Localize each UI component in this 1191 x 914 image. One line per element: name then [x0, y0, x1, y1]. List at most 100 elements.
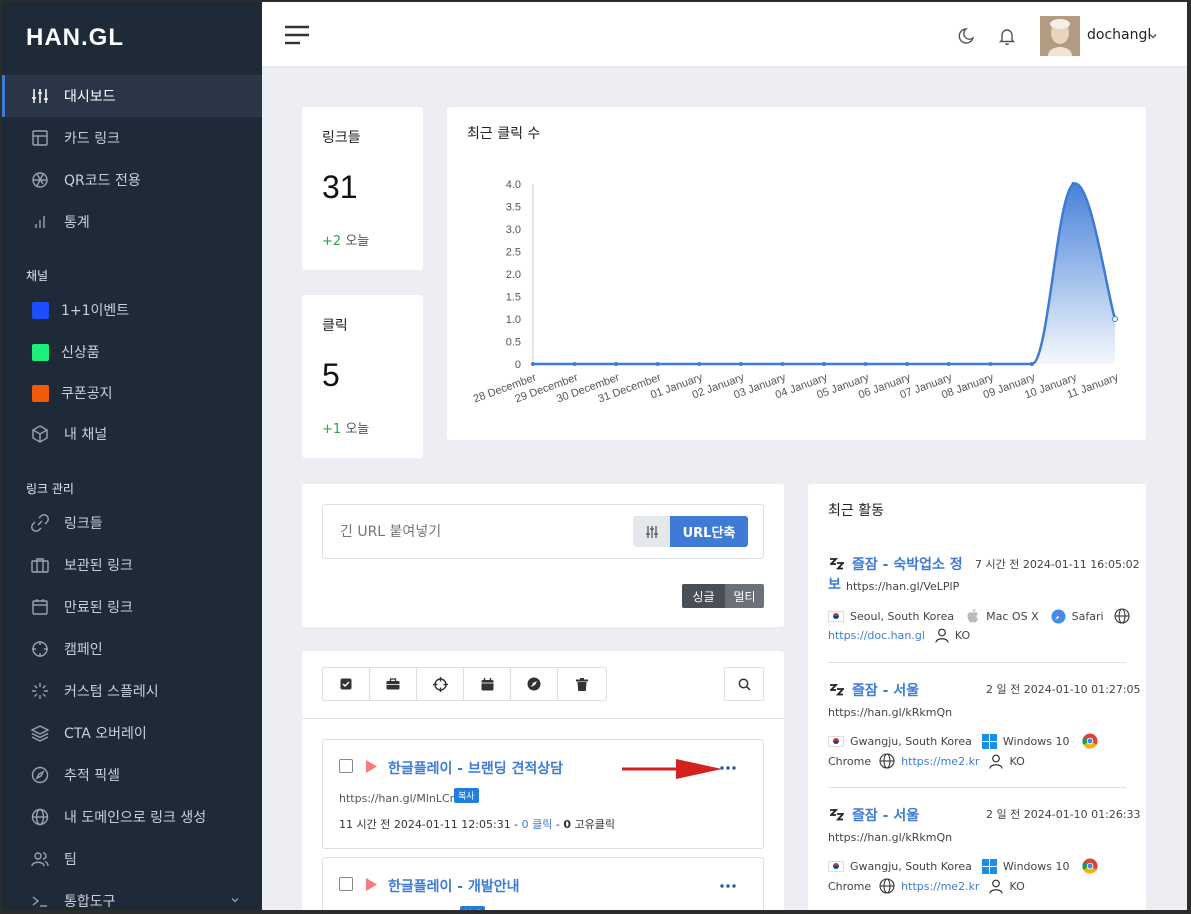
- chevron-down-icon[interactable]: [1148, 31, 1158, 41]
- sidebar-item-domain[interactable]: 내 도메인으로 링크 생성: [2, 796, 262, 838]
- terminal-icon: [32, 896, 47, 907]
- red-arrow-annotation: [622, 759, 722, 779]
- activity-os: Windows 10: [1002, 859, 1070, 873]
- activity-referrer[interactable]: https://me2.kr: [901, 755, 979, 768]
- list-item: 한글플레이 - 브랜딩 견적상담 https://han.gl/MlnLCr 복…: [322, 739, 764, 849]
- safari-icon: [1051, 609, 1066, 623]
- sidebar-item-archived[interactable]: 보관된 링크: [2, 544, 262, 586]
- data-point: [863, 362, 868, 366]
- logo[interactable]: HAN.GL: [26, 24, 124, 52]
- sidebar-item-card-link[interactable]: 카드 링크: [2, 117, 262, 159]
- trash-icon: [576, 677, 588, 691]
- archive-button[interactable]: [370, 668, 417, 700]
- app-window: HAN.GL 대시보드 카드 링크 QR코드 전용 통계 채널 1+1이벤트 신…: [2, 2, 1187, 910]
- sidebar-item-team[interactable]: 팀: [2, 838, 262, 880]
- layers-icon: [30, 725, 50, 742]
- chevron-down-icon: [231, 898, 239, 903]
- kr-flag-icon: [828, 610, 844, 622]
- activity-short-url[interactable]: https://han.gl/kRkmQn: [828, 706, 952, 719]
- options-button[interactable]: [633, 516, 670, 547]
- short-url[interactable]: https://han.gl/MlnLCr: [339, 792, 454, 805]
- data-point: [531, 362, 535, 366]
- channel-button[interactable]: [464, 668, 511, 700]
- sidebar-item-expired[interactable]: 만료된 링크: [2, 586, 262, 628]
- activity-os: Windows 10: [1002, 734, 1070, 748]
- avatar[interactable]: [1040, 16, 1080, 56]
- activity-title-line[interactable]: 보: [828, 575, 841, 595]
- sidebar-item-cta[interactable]: CTA 오버레이: [2, 712, 262, 754]
- mode-single-button[interactable]: 싱글: [682, 584, 725, 608]
- delta-value: +2: [322, 234, 342, 249]
- globe-icon: [879, 878, 895, 894]
- apple-icon: [967, 608, 979, 623]
- activity-location: Gwangju, South Korea: [850, 859, 972, 873]
- compass-icon: [527, 677, 541, 691]
- activity-details: Gwangju, South Korea Windows 10: [828, 858, 1098, 874]
- activity-lang: KO: [1009, 754, 1025, 768]
- hamburger-menu-icon[interactable]: [284, 24, 310, 46]
- sidebar-item-dashboard[interactable]: 대시보드: [2, 75, 262, 117]
- sidebar-item-label: 보관된 링크: [64, 558, 133, 574]
- links-stat-card: 링크들 31 +2 오늘: [302, 107, 423, 270]
- sidebar-item-integrations[interactable]: 통합도구: [2, 880, 262, 910]
- search-button[interactable]: [724, 667, 764, 701]
- user-icon: [935, 628, 949, 643]
- link-title[interactable]: 한글플레이 - 브랜딩 견적상담: [388, 758, 563, 778]
- sidebar-item-my-channel[interactable]: 내 채널: [2, 413, 262, 455]
- calendar-icon: [481, 677, 493, 690]
- user-icon: [989, 879, 1004, 894]
- globe-icon: [1113, 608, 1130, 624]
- channel-color-swatch: [32, 385, 49, 402]
- activity-link-title[interactable]: 즐잠 - 서울: [852, 805, 919, 825]
- shorten-url-button[interactable]: URL단축: [670, 516, 748, 547]
- bell-icon[interactable]: [998, 27, 1016, 46]
- sidebar-item-label: 신상품: [61, 345, 100, 361]
- sidebar-item-channel-coupon[interactable]: 쿠폰공지: [2, 372, 262, 414]
- moon-icon[interactable]: [958, 27, 976, 45]
- more-options-icon[interactable]: [719, 765, 737, 771]
- sidebar-item-campaign[interactable]: 캠페인: [2, 628, 262, 670]
- sidebar-item-label: 만료된 링크: [64, 600, 133, 616]
- sidebar-item-label: 내 채널: [64, 427, 108, 443]
- stat-title: 클릭: [322, 318, 348, 334]
- link-checkbox[interactable]: [339, 877, 353, 891]
- activity-link-title[interactable]: 즐잠 - 숙박업소 정: [852, 555, 963, 575]
- activity-referrer[interactable]: https://doc.han.gl: [828, 629, 925, 642]
- campaign-button[interactable]: [417, 668, 464, 700]
- sidebar-item-splash[interactable]: 커스텀 스플레시: [2, 670, 262, 712]
- sidebar-item-label: 카드 링크: [64, 131, 120, 147]
- click-count: 0: [521, 818, 529, 831]
- sidebar-item-qr[interactable]: QR코드 전용: [2, 159, 262, 201]
- link-title[interactable]: 한글플레이 - 개발안내: [388, 876, 519, 896]
- activity-details: Seoul, South Korea Mac OS X Safari: [828, 608, 1130, 624]
- channel-color-swatch: [32, 302, 49, 319]
- sidebar-item-label: CTA 오버레이: [64, 726, 147, 742]
- sidebar-item-links[interactable]: 링크들: [2, 502, 262, 544]
- sidebar-item-label: 대시보드: [64, 89, 116, 105]
- data-point: [655, 362, 660, 366]
- y-tick-label: 2.0: [506, 269, 521, 281]
- sidebar-item-channel-new[interactable]: 신상품: [2, 331, 262, 373]
- more-options-icon[interactable]: [719, 883, 737, 889]
- sidebar-item-stats[interactable]: 통계: [2, 201, 262, 243]
- select-all-button[interactable]: [323, 668, 370, 700]
- pixel-button[interactable]: [511, 668, 558, 700]
- mode-multi-button[interactable]: 멀티: [725, 584, 764, 608]
- sidebar-item-channel-event[interactable]: 1+1이벤트: [2, 289, 262, 331]
- username[interactable]: dochangl: [1087, 27, 1151, 43]
- activity-short-url[interactable]: https://han.gl/VeLPlP: [846, 580, 959, 593]
- sidebar-item-pixel[interactable]: 추적 픽셀: [2, 754, 262, 796]
- briefcase-icon: [31, 558, 49, 573]
- check-square-icon: [340, 678, 352, 690]
- copy-button[interactable]: 복사: [454, 788, 479, 803]
- copy-button[interactable]: 복사: [460, 906, 485, 910]
- long-url-input[interactable]: [324, 506, 629, 557]
- activity-title-line: 즐잠 - 숙박업소 정: [852, 557, 963, 573]
- shortener-card: URL단축 싱글 멀티: [302, 484, 784, 627]
- link-checkbox[interactable]: [339, 759, 353, 773]
- activity-short-url[interactable]: https://han.gl/kRkmQn: [828, 831, 952, 844]
- activity-referrer[interactable]: https://me2.kr: [901, 880, 979, 893]
- activity-link-title[interactable]: 즐잠 - 서울: [852, 680, 919, 700]
- users-icon: [31, 852, 49, 867]
- delete-button[interactable]: [558, 668, 606, 700]
